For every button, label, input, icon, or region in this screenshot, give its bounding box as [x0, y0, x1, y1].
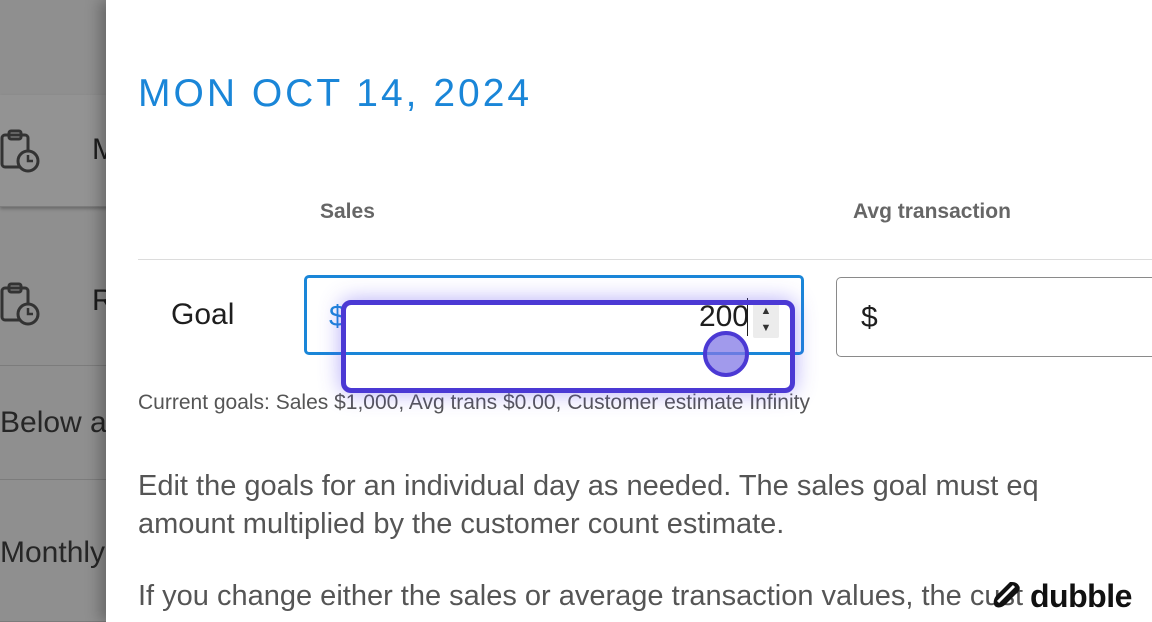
goal-row-label: Goal: [171, 298, 235, 331]
background-text: Below a: [0, 406, 107, 439]
cursor-click-indicator: [703, 331, 749, 377]
table-divider: [138, 259, 1152, 260]
avg-transaction-goal-input[interactable]: $: [836, 277, 1152, 357]
clipboard-clock-icon: [0, 282, 40, 326]
instructions-paragraph: Edit the goals for an individual day as …: [138, 467, 1039, 543]
date-title: MON OCT 14, 2024: [138, 72, 533, 115]
clipboard-clock-icon: [0, 129, 40, 173]
instructions-line: Edit the goals for an individual day as …: [138, 470, 1039, 502]
current-goals-helper-text: Current goals: Sales $1,000, Avg trans $…: [138, 391, 810, 414]
instructions-line: If you change either the sales or averag…: [138, 580, 1024, 612]
watermark-brand: dubble: [1030, 577, 1132, 614]
instructions-line: amount multiplied by the customer count …: [138, 508, 785, 540]
column-header-avg-transaction: Avg transaction: [853, 200, 1011, 223]
currency-prefix: $: [861, 301, 878, 334]
dubble-logo-icon: [993, 582, 1020, 608]
background-text: Monthly: [0, 536, 106, 569]
instructions-paragraph: If you change either the sales or averag…: [138, 577, 1023, 615]
dubble-watermark: dubble: [992, 576, 1132, 616]
column-header-sales: Sales: [320, 200, 375, 223]
